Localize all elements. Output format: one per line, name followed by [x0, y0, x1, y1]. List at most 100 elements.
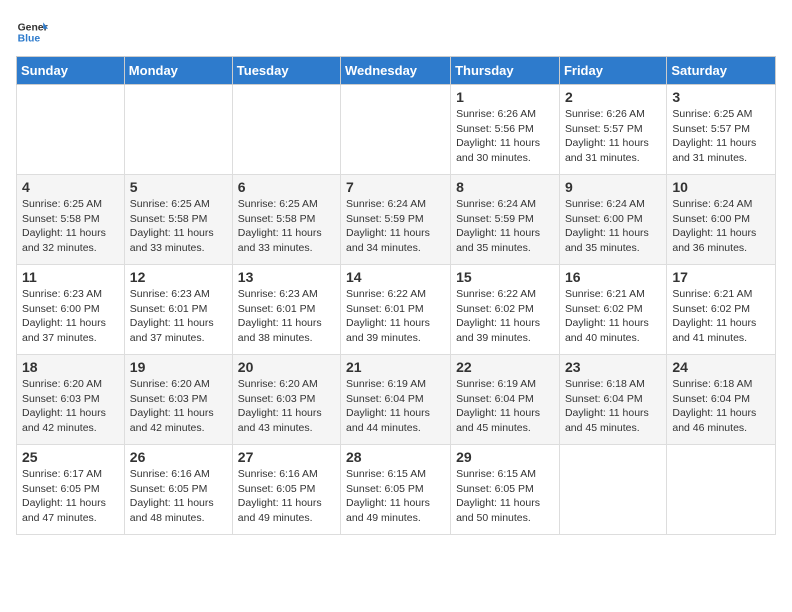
calendar-cell: 16 Sunrise: 6:21 AM Sunset: 6:02 PM Dayli… [559, 265, 666, 355]
day-number: 19 [130, 359, 227, 375]
calendar-cell: 14 Sunrise: 6:22 AM Sunset: 6:01 PM Dayli… [341, 265, 451, 355]
cell-info: Sunrise: 6:21 AM Sunset: 6:02 PM Dayligh… [672, 287, 770, 346]
calendar-cell: 4 Sunrise: 6:25 AM Sunset: 5:58 PM Daylig… [17, 175, 125, 265]
cell-info: Sunrise: 6:20 AM Sunset: 6:03 PM Dayligh… [130, 377, 227, 436]
day-number: 9 [565, 179, 661, 195]
cell-info: Sunrise: 6:25 AM Sunset: 5:57 PM Dayligh… [672, 107, 770, 166]
cell-info: Sunrise: 6:24 AM Sunset: 5:59 PM Dayligh… [456, 197, 554, 256]
cell-info: Sunrise: 6:17 AM Sunset: 6:05 PM Dayligh… [22, 467, 119, 526]
cell-info: Sunrise: 6:24 AM Sunset: 5:59 PM Dayligh… [346, 197, 445, 256]
cell-info: Sunrise: 6:18 AM Sunset: 6:04 PM Dayligh… [565, 377, 661, 436]
cell-info: Sunrise: 6:15 AM Sunset: 6:05 PM Dayligh… [456, 467, 554, 526]
cell-info: Sunrise: 6:26 AM Sunset: 5:57 PM Dayligh… [565, 107, 661, 166]
day-number: 28 [346, 449, 445, 465]
cell-info: Sunrise: 6:22 AM Sunset: 6:01 PM Dayligh… [346, 287, 445, 346]
day-number: 7 [346, 179, 445, 195]
day-number: 20 [238, 359, 335, 375]
cell-info: Sunrise: 6:18 AM Sunset: 6:04 PM Dayligh… [672, 377, 770, 436]
cell-info: Sunrise: 6:16 AM Sunset: 6:05 PM Dayligh… [130, 467, 227, 526]
day-number: 16 [565, 269, 661, 285]
header-sunday: Sunday [17, 57, 125, 85]
calendar-cell: 19 Sunrise: 6:20 AM Sunset: 6:03 PM Dayli… [124, 355, 232, 445]
calendar-cell: 9 Sunrise: 6:24 AM Sunset: 6:00 PM Daylig… [559, 175, 666, 265]
day-number: 5 [130, 179, 227, 195]
cell-info: Sunrise: 6:23 AM Sunset: 6:00 PM Dayligh… [22, 287, 119, 346]
header-saturday: Saturday [667, 57, 776, 85]
cell-info: Sunrise: 6:20 AM Sunset: 6:03 PM Dayligh… [22, 377, 119, 436]
calendar-week-row: 11 Sunrise: 6:23 AM Sunset: 6:00 PM Dayli… [17, 265, 776, 355]
day-number: 22 [456, 359, 554, 375]
calendar-cell: 3 Sunrise: 6:25 AM Sunset: 5:57 PM Daylig… [667, 85, 776, 175]
header-tuesday: Tuesday [232, 57, 340, 85]
calendar-cell [232, 85, 340, 175]
calendar-cell [124, 85, 232, 175]
day-number: 11 [22, 269, 119, 285]
header-wednesday: Wednesday [341, 57, 451, 85]
day-number: 4 [22, 179, 119, 195]
header-friday: Friday [559, 57, 666, 85]
day-number: 26 [130, 449, 227, 465]
header-thursday: Thursday [451, 57, 560, 85]
calendar-cell: 5 Sunrise: 6:25 AM Sunset: 5:58 PM Daylig… [124, 175, 232, 265]
calendar-cell: 17Sunrise: 6:21 AM Sunset: 6:02 PM Dayli… [667, 265, 776, 355]
cell-info: Sunrise: 6:23 AM Sunset: 6:01 PM Dayligh… [238, 287, 335, 346]
calendar-cell: 8 Sunrise: 6:24 AM Sunset: 5:59 PM Daylig… [451, 175, 560, 265]
cell-info: Sunrise: 6:19 AM Sunset: 6:04 PM Dayligh… [456, 377, 554, 436]
calendar-cell: 25 Sunrise: 6:17 AM Sunset: 6:05 PM Dayli… [17, 445, 125, 535]
calendar-table: SundayMondayTuesdayWednesdayThursdayFrid… [16, 56, 776, 535]
calendar-cell: 1Sunrise: 6:26 AM Sunset: 5:56 PM Daylig… [451, 85, 560, 175]
cell-info: Sunrise: 6:25 AM Sunset: 5:58 PM Dayligh… [238, 197, 335, 256]
day-number: 24 [672, 359, 770, 375]
calendar-week-row: 4 Sunrise: 6:25 AM Sunset: 5:58 PM Daylig… [17, 175, 776, 265]
day-number: 2 [565, 89, 661, 105]
day-number: 6 [238, 179, 335, 195]
cell-info: Sunrise: 6:26 AM Sunset: 5:56 PM Dayligh… [456, 107, 554, 166]
calendar-cell [667, 445, 776, 535]
cell-info: Sunrise: 6:25 AM Sunset: 5:58 PM Dayligh… [22, 197, 119, 256]
cell-info: Sunrise: 6:25 AM Sunset: 5:58 PM Dayligh… [130, 197, 227, 256]
calendar-week-row: 1Sunrise: 6:26 AM Sunset: 5:56 PM Daylig… [17, 85, 776, 175]
cell-info: Sunrise: 6:24 AM Sunset: 6:00 PM Dayligh… [672, 197, 770, 256]
calendar-cell: 21 Sunrise: 6:19 AM Sunset: 6:04 PM Dayli… [341, 355, 451, 445]
calendar-cell: 28 Sunrise: 6:15 AM Sunset: 6:05 PM Dayli… [341, 445, 451, 535]
day-number: 10 [672, 179, 770, 195]
cell-info: Sunrise: 6:15 AM Sunset: 6:05 PM Dayligh… [346, 467, 445, 526]
calendar-cell: 20 Sunrise: 6:20 AM Sunset: 6:03 PM Dayli… [232, 355, 340, 445]
day-number: 27 [238, 449, 335, 465]
calendar-cell: 24 Sunrise: 6:18 AM Sunset: 6:04 PM Dayli… [667, 355, 776, 445]
day-number: 14 [346, 269, 445, 285]
header-monday: Monday [124, 57, 232, 85]
day-number: 12 [130, 269, 227, 285]
logo: General Blue [16, 16, 48, 48]
calendar-cell: 11 Sunrise: 6:23 AM Sunset: 6:00 PM Dayli… [17, 265, 125, 355]
day-number: 3 [672, 89, 770, 105]
logo-icon: General Blue [16, 16, 48, 48]
calendar-cell: 13 Sunrise: 6:23 AM Sunset: 6:01 PM Dayli… [232, 265, 340, 355]
day-number: 21 [346, 359, 445, 375]
calendar-cell: 12 Sunrise: 6:23 AM Sunset: 6:01 PM Dayli… [124, 265, 232, 355]
calendar-cell [559, 445, 666, 535]
day-number: 8 [456, 179, 554, 195]
day-number: 29 [456, 449, 554, 465]
cell-info: Sunrise: 6:20 AM Sunset: 6:03 PM Dayligh… [238, 377, 335, 436]
day-number: 25 [22, 449, 119, 465]
cell-info: Sunrise: 6:24 AM Sunset: 6:00 PM Dayligh… [565, 197, 661, 256]
cell-info: Sunrise: 6:22 AM Sunset: 6:02 PM Dayligh… [456, 287, 554, 346]
calendar-week-row: 18 Sunrise: 6:20 AM Sunset: 6:03 PM Dayli… [17, 355, 776, 445]
calendar-cell: 27 Sunrise: 6:16 AM Sunset: 6:05 PM Dayli… [232, 445, 340, 535]
calendar-cell: 23 Sunrise: 6:18 AM Sunset: 6:04 PM Dayli… [559, 355, 666, 445]
cell-info: Sunrise: 6:16 AM Sunset: 6:05 PM Dayligh… [238, 467, 335, 526]
day-number: 18 [22, 359, 119, 375]
cell-info: Sunrise: 6:21 AM Sunset: 6:02 PM Dayligh… [565, 287, 661, 346]
page-header: General Blue [16, 16, 776, 48]
day-number: 15 [456, 269, 554, 285]
calendar-cell [341, 85, 451, 175]
calendar-cell: 6 Sunrise: 6:25 AM Sunset: 5:58 PM Daylig… [232, 175, 340, 265]
calendar-cell: 18 Sunrise: 6:20 AM Sunset: 6:03 PM Dayli… [17, 355, 125, 445]
day-number: 23 [565, 359, 661, 375]
calendar-cell: 29 Sunrise: 6:15 AM Sunset: 6:05 PM Dayli… [451, 445, 560, 535]
cell-info: Sunrise: 6:23 AM Sunset: 6:01 PM Dayligh… [130, 287, 227, 346]
day-number: 13 [238, 269, 335, 285]
calendar-cell: 2 Sunrise: 6:26 AM Sunset: 5:57 PM Daylig… [559, 85, 666, 175]
cell-info: Sunrise: 6:19 AM Sunset: 6:04 PM Dayligh… [346, 377, 445, 436]
